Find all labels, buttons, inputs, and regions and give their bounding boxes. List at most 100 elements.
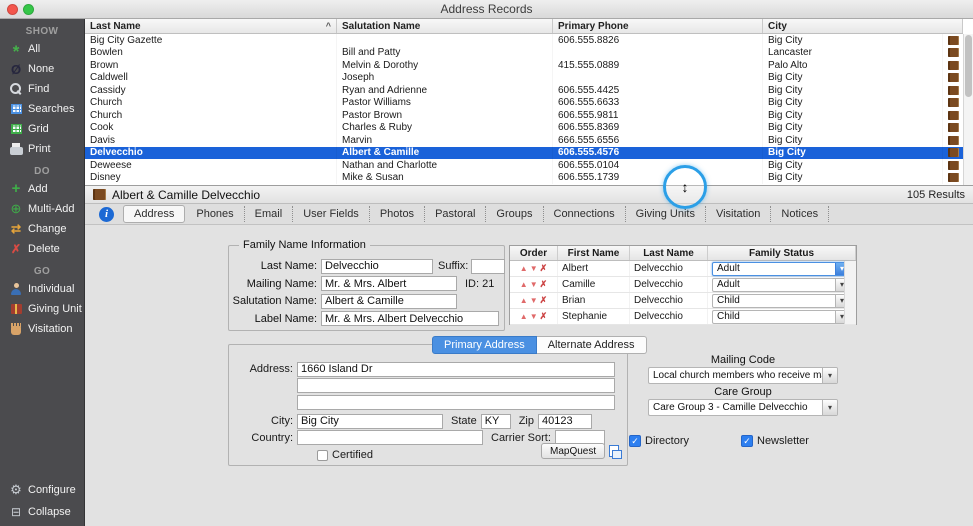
table-scrollbar[interactable] — [963, 34, 973, 185]
country-field[interactable] — [297, 430, 483, 445]
sidebar-item-none[interactable]: Ø None — [0, 59, 84, 79]
close-button[interactable] — [7, 4, 18, 15]
col-header-city[interactable]: City — [763, 19, 963, 33]
tab-notices[interactable]: Notices — [771, 206, 829, 222]
table-row[interactable]: Cook Charles & Ruby 606.555.8369 Big Cit… — [85, 122, 963, 135]
tab-pastoral[interactable]: Pastoral — [425, 206, 486, 222]
address-line2-field[interactable] — [297, 378, 615, 393]
table-row[interactable]: Big City Gazette 606.555.8826 Big City — [85, 34, 963, 47]
tab-photos[interactable]: Photos — [370, 206, 425, 222]
table-row[interactable]: Cassidy Ryan and Adrienne 606.555.4425 B… — [85, 84, 963, 97]
open-record-book-icon[interactable] — [943, 48, 963, 57]
alternate-address-tab[interactable]: Alternate Address — [537, 336, 647, 354]
open-record-book-icon[interactable] — [943, 36, 963, 45]
open-record-book-icon[interactable] — [943, 111, 963, 120]
family-status-select[interactable]: Adult ▾ — [712, 262, 849, 276]
city-field[interactable] — [297, 414, 443, 429]
sidebar-item-visitation[interactable]: Visitation — [0, 319, 84, 339]
members-scrollbar[interactable] — [844, 261, 856, 324]
tab-address[interactable]: Address — [123, 205, 185, 223]
table-row[interactable]: Davis Marvin 666.555.6556 Big City — [85, 134, 963, 147]
col-header-primary-phone[interactable]: Primary Phone — [553, 19, 763, 33]
member-row[interactable]: ▲ ▼ ✗ Brian Delvecchio Child ▾ — [510, 293, 856, 309]
family-status-select[interactable]: Child ▾ — [712, 294, 849, 308]
directory-checkbox[interactable]: ✓ Directory — [629, 435, 689, 447]
move-down-icon[interactable]: ▼ — [530, 281, 538, 289]
label-name-field[interactable] — [321, 311, 499, 326]
tab-connections[interactable]: Connections — [544, 206, 626, 222]
remove-member-icon[interactable]: ✗ — [540, 263, 548, 274]
move-down-icon[interactable]: ▼ — [530, 297, 538, 305]
sidebar-item-change[interactable]: ⇄ Change — [0, 219, 84, 239]
suffix-field[interactable] — [471, 259, 505, 274]
open-record-book-icon[interactable] — [943, 123, 963, 132]
open-record-book-icon[interactable] — [943, 98, 963, 107]
newsletter-checkbox[interactable]: ✓ Newsletter — [741, 435, 809, 447]
certified-checkbox[interactable]: Certified — [317, 449, 373, 461]
sidebar-item-find[interactable]: Find — [0, 79, 84, 99]
state-field[interactable] — [481, 414, 511, 429]
move-up-icon[interactable]: ▲ — [520, 281, 528, 289]
tab-giving-units[interactable]: Giving Units — [626, 206, 706, 222]
info-icon[interactable]: i — [99, 207, 114, 222]
family-status-select[interactable]: Adult ▾ — [712, 278, 849, 292]
col-header-last-name[interactable]: Last Name ^ — [85, 19, 337, 33]
primary-address-tab[interactable]: Primary Address — [432, 336, 537, 354]
mailing-name-field[interactable] — [321, 276, 457, 291]
col-header-salutation[interactable]: Salutation Name — [337, 19, 553, 33]
move-up-icon[interactable]: ▲ — [520, 313, 528, 321]
tab-phones[interactable]: Phones — [186, 206, 244, 222]
table-row[interactable]: Bowlen Bill and Patty Lancaster — [85, 47, 963, 60]
move-up-icon[interactable]: ▲ — [520, 297, 528, 305]
tab-visitation[interactable]: Visitation — [706, 206, 771, 222]
open-record-book-icon[interactable] — [943, 86, 963, 95]
scrollbar-thumb[interactable] — [965, 35, 972, 97]
map-directions-icon[interactable] — [609, 445, 619, 457]
table-row[interactable]: Church Pastor Williams 606.555.6633 Big … — [85, 97, 963, 110]
care-group-select[interactable]: Care Group 3 - Camille Delvecchio ▾ — [648, 399, 838, 416]
move-up-icon[interactable]: ▲ — [520, 265, 528, 273]
remove-member-icon[interactable]: ✗ — [540, 311, 548, 322]
member-row[interactable]: ▲ ▼ ✗ Albert Delvecchio Adult ▾ — [510, 261, 856, 277]
salutation-name-field[interactable] — [321, 294, 457, 309]
sidebar-item-add[interactable]: + Add — [0, 179, 84, 199]
member-row[interactable]: ▲ ▼ ✗ Stephanie Delvecchio Child ▾ — [510, 309, 856, 325]
zip-field[interactable] — [538, 414, 592, 429]
move-down-icon[interactable]: ▼ — [530, 265, 538, 273]
mapquest-button[interactable]: MapQuest — [541, 443, 605, 459]
tab-groups[interactable]: Groups — [486, 206, 543, 222]
sidebar-item-collapse[interactable]: ⊟ Collapse — [0, 502, 84, 522]
address-line1-field[interactable] — [297, 362, 615, 377]
open-record-book-icon[interactable] — [943, 73, 963, 82]
open-record-book-icon[interactable] — [943, 61, 963, 70]
sidebar-item-grid[interactable]: Grid — [0, 119, 84, 139]
last-name-field[interactable] — [321, 259, 433, 274]
tab-user-fields[interactable]: User Fields — [293, 206, 370, 222]
table-row[interactable]: Caldwell Joseph Big City — [85, 72, 963, 85]
sidebar-item-delete[interactable]: ✗ Delete — [0, 239, 84, 259]
open-record-book-icon[interactable] — [943, 161, 963, 170]
table-row[interactable]: Deweese Nathan and Charlotte 606.555.010… — [85, 159, 963, 172]
sidebar-item-multi-add[interactable]: ⊕ Multi-Add — [0, 199, 84, 219]
sidebar-item-all[interactable]: * All — [0, 39, 84, 59]
table-row-selected[interactable]: Delvecchio Albert & Camille 606.555.4576… — [85, 147, 963, 160]
family-status-select[interactable]: Child ▾ — [712, 310, 849, 324]
sidebar-item-print[interactable]: Print — [0, 139, 84, 159]
open-record-book-icon[interactable] — [943, 136, 963, 145]
member-row[interactable]: ▲ ▼ ✗ Camille Delvecchio Adult ▾ — [510, 277, 856, 293]
table-row[interactable]: Disney Mike & Susan 606.555.1739 Big Cit… — [85, 172, 963, 185]
sidebar-item-configure[interactable]: ⚙ Configure — [0, 480, 84, 500]
mailing-code-select[interactable]: Local church members who receive mail ▾ — [648, 367, 838, 384]
zoom-button[interactable] — [23, 4, 34, 15]
table-row[interactable]: Brown Melvin & Dorothy 415.555.0889 Palo… — [85, 59, 963, 72]
open-record-book-icon[interactable] — [943, 173, 963, 182]
move-down-icon[interactable]: ▼ — [530, 313, 538, 321]
remove-member-icon[interactable]: ✗ — [540, 295, 548, 306]
address-line3-field[interactable] — [297, 395, 615, 410]
sidebar-item-giving-unit[interactable]: Giving Unit — [0, 299, 84, 319]
open-record-book-icon[interactable] — [943, 148, 963, 157]
table-row[interactable]: Church Pastor Brown 606.555.9811 Big Cit… — [85, 109, 963, 122]
sidebar-item-individual[interactable]: Individual — [0, 279, 84, 299]
sidebar-item-searches[interactable]: Searches — [0, 99, 84, 119]
tab-email[interactable]: Email — [245, 206, 294, 222]
